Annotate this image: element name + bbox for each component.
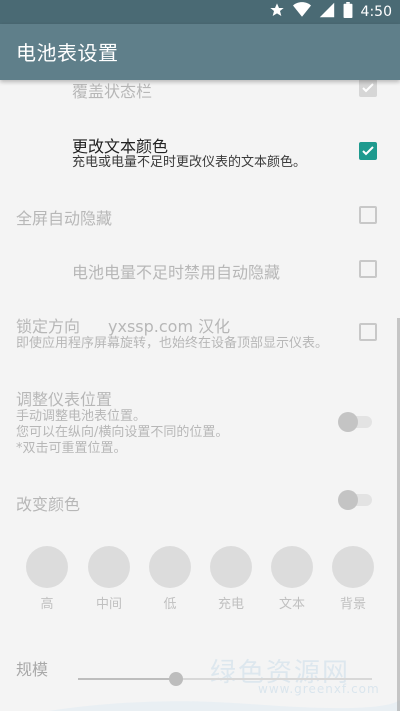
page-title: 电池表设置 [16,41,119,65]
lock-orientation-title: 锁定方向 [16,317,81,336]
change-text-color-summary: 充电或电量不足时更改仪表的文本颜色。 [72,155,307,170]
overlay-status-bar-title: 覆盖状态栏 [72,82,153,101]
low-battery-disable-hide-checkbox[interactable] [359,260,377,278]
scale-title: 规模 [16,660,49,679]
status-bar: 4:50 [0,0,400,24]
adjust-position-summary-1: 手动调整电池表位置。 [16,409,147,424]
battery-icon [343,2,353,22]
translation-credit: yxssp.com 汉化 [108,317,231,336]
swatch-charging[interactable] [210,546,252,588]
signal-icon [319,2,335,22]
swatch-label-charging: 充电 [217,597,244,612]
seekbar-thumb[interactable] [169,672,183,686]
overlay-status-bar-checkbox[interactable] [359,79,377,97]
swatch-low[interactable] [149,546,191,588]
low-battery-disable-hide-title: 电池电量不足时禁用自动隐藏 [72,263,281,282]
adjust-position-summary-2: 您可以在纵向/横向设置不同的位置。 [16,425,229,440]
lock-orientation-summary: 即使应用程序屏幕旋转，也始终在设备顶部显示仪表。 [16,336,329,351]
swatch-label-medium: 中间 [95,597,122,612]
adjust-position-title: 调整仪表位置 [16,390,113,409]
swatch-background[interactable] [332,546,374,588]
change-text-color-checkbox[interactable] [359,142,377,160]
swatch-text[interactable] [271,546,313,588]
swatch-medium[interactable] [88,546,130,588]
switch-thumb [338,490,358,510]
seekbar-progress [78,678,176,680]
fullscreen-auto-hide-title: 全屏自动隐藏 [16,209,113,228]
adjust-position-summary-3: *双击可重置位置。 [16,441,127,456]
swatch-label-text: 文本 [278,597,305,612]
lock-orientation-checkbox[interactable] [359,323,377,341]
swatch-label-background: 背景 [339,597,366,612]
fullscreen-auto-hide-checkbox[interactable] [359,206,377,224]
wifi-icon [292,2,311,22]
swatch-high[interactable] [26,546,68,588]
switch-thumb [338,412,358,432]
change-colors-switch[interactable] [338,489,372,510]
swatch-label-low: 低 [163,597,177,612]
seekbar-track [176,678,372,680]
watermark-hill [48,700,400,711]
app-bar: 电池表设置 [0,24,400,80]
clock: 4:50 [360,4,392,20]
change-text-color-title: 更改文本颜色 [72,137,169,156]
adjust-position-switch[interactable] [338,411,372,432]
change-colors-title: 改变颜色 [16,495,81,514]
swatch-label-high: 高 [40,597,54,612]
star-icon [269,2,285,22]
status-icons: 4:50 [269,2,392,22]
